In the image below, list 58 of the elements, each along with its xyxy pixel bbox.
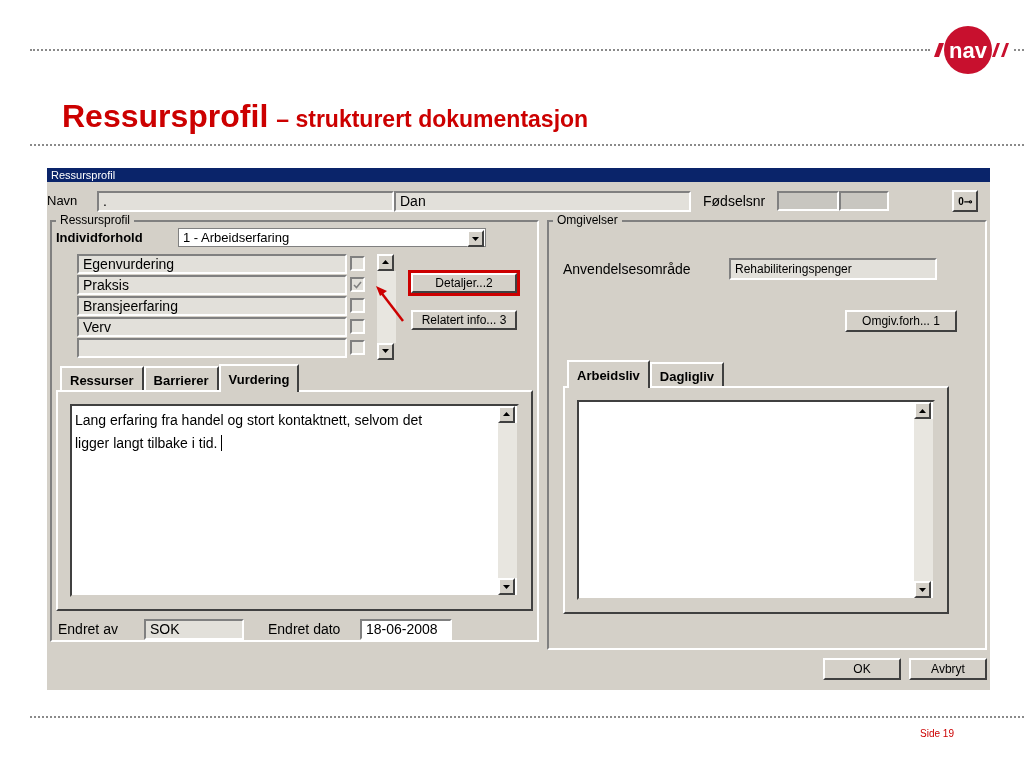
changed-by-field[interactable]: SOK: [144, 619, 244, 640]
slide-title: Ressursprofil: [62, 98, 269, 134]
tab[interactable]: Vurdering: [218, 363, 300, 392]
list-item-field[interactable]: Praksis: [77, 274, 347, 295]
tab[interactable]: Barrierer: [143, 365, 219, 390]
annotation-arrow: [375, 284, 405, 323]
field-label: Individforhold: [56, 229, 144, 247]
name-field[interactable]: .: [97, 190, 394, 212]
changed-date-field[interactable]: 18-06-2008: [360, 619, 452, 640]
group-title: Ressursprofil: [56, 212, 135, 228]
dialog-button[interactable]: Avbryt: [909, 658, 987, 680]
down-triangle-icon: [503, 584, 510, 589]
checkmark-icon: [353, 280, 362, 289]
area-field[interactable]: Rehabiliteringspenger: [729, 258, 937, 280]
checkbox[interactable]: [350, 256, 365, 271]
tab[interactable]: Ressurser: [60, 365, 144, 390]
list-item-field[interactable]: Egenvurdering: [77, 253, 347, 274]
list-item-field[interactable]: Verv: [77, 316, 347, 337]
checkbox[interactable]: [350, 319, 365, 334]
page-number: Side 19: [920, 727, 954, 741]
slide-subtitle: – strukturert dokumentasjon: [276, 105, 589, 134]
name-field[interactable]: Dan: [394, 190, 691, 212]
dropdown[interactable]: 1 - Arbeidserfaring: [178, 228, 486, 248]
details-button[interactable]: Relatert info... 3: [411, 309, 517, 330]
details-button[interactable]: Detaljer...2: [411, 272, 517, 293]
scroll-up-button[interactable]: [498, 405, 515, 423]
birth-number-field[interactable]: [777, 191, 840, 211]
field-label: Fødselsnr: [703, 191, 766, 211]
scroll-down-button[interactable]: [467, 230, 484, 248]
down-triangle-icon: [919, 587, 926, 592]
checkbox[interactable]: [350, 340, 365, 355]
tab[interactable]: Dagligliv: [649, 362, 725, 386]
list-item-field[interactable]: [77, 337, 347, 358]
scroll-up-button[interactable]: [914, 402, 931, 419]
down-triangle-icon: [382, 349, 389, 353]
tab[interactable]: Arbeidsliv: [567, 360, 650, 388]
checkbox[interactable]: [350, 298, 365, 313]
logo-slashes-icon: [992, 43, 1010, 57]
up-triangle-icon: [503, 412, 510, 416]
field-label: Endret dato: [268, 620, 342, 639]
dialog-button[interactable]: OK: [823, 658, 901, 680]
checkbox[interactable]: [350, 277, 365, 292]
field-label: Navn: [47, 192, 79, 211]
scroll-down-button[interactable]: [498, 578, 515, 595]
group-title: Omgivelser: [553, 212, 622, 228]
birth-number-field[interactable]: [839, 191, 890, 211]
scroll-down-button[interactable]: [914, 581, 931, 598]
key-button[interactable]: 0⊸: [952, 190, 978, 212]
up-triangle-icon: [919, 408, 926, 413]
scroll-up-button[interactable]: [377, 253, 394, 271]
window-title: Ressursprofil: [51, 169, 116, 181]
surroundings-button[interactable]: Omgiv.forh... 1: [845, 310, 957, 332]
list-item-field[interactable]: Bransjeerfaring: [77, 295, 347, 316]
field-label: Endret av: [58, 620, 119, 639]
field-label: Anvendelsesområde: [563, 259, 692, 279]
down-triangle-icon: [472, 236, 479, 241]
logo: nav: [944, 26, 992, 74]
up-triangle-icon: [382, 260, 389, 264]
